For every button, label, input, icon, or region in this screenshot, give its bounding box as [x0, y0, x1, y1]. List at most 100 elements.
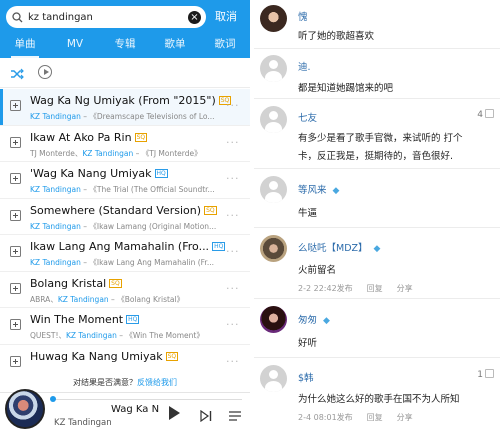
more-icon[interactable]: ··· — [226, 209, 240, 222]
song-subtitle: TJ Monterde、KZ Tandingan – 《TJ Monterde》 — [30, 148, 220, 159]
shuffle-icon[interactable] — [10, 66, 24, 80]
add-to-playlist-icon[interactable] — [10, 173, 21, 184]
play-all-icon[interactable] — [38, 65, 52, 79]
song-title: Ikaw At Ako Pa Rin — [30, 130, 132, 144]
album-art[interactable] — [5, 389, 45, 429]
now-playing-title: Wag Ka N — [111, 404, 160, 415]
search-input[interactable]: kz tandingan × — [6, 6, 206, 28]
like-count: 4 — [477, 110, 483, 120]
reply-button[interactable]: 回复 — [367, 284, 383, 293]
song-row[interactable]: Win The Moment HQ QUEST!、KZ Tandingan – 《W… — [0, 308, 250, 345]
add-to-playlist-icon[interactable] — [10, 319, 21, 330]
more-icon[interactable]: ··· — [226, 99, 240, 112]
tab-songs[interactable]: 单曲 — [0, 34, 50, 58]
like-count: 1 — [477, 370, 483, 380]
song-row[interactable]: Ikaw Lang Ang Mamahalin (Fro... HQ KZ Tand… — [0, 235, 250, 272]
more-icon[interactable]: ··· — [226, 282, 240, 295]
search-results-panel: kz tandingan × 取消 单曲 MV 专辑 歌单 歌词 Wag Ka … — [0, 0, 250, 431]
comment-username[interactable]: 匆匆 ◆ — [298, 312, 330, 326]
song-title-line: Win The Moment HQ — [30, 313, 140, 326]
add-to-playlist-icon[interactable] — [10, 282, 21, 294]
comment-item: $韩 1 为什么她这么好的歌手在国不为人所知 2-4 08:01发布 回复 分享 — [254, 359, 500, 431]
song-subtitle: KZ Tandingan – 《The Trial (The Official … — [30, 184, 220, 195]
playlist-icon[interactable] — [229, 407, 241, 421]
song-title: Win The Moment — [30, 313, 124, 326]
feedback-text: 对结果是否满意？ — [73, 378, 137, 387]
avatar[interactable] — [260, 106, 287, 133]
share-button[interactable]: 分享 — [397, 284, 413, 293]
comment-time: 2-4 08:01发布 — [298, 413, 353, 422]
action-bar — [0, 58, 250, 88]
play-icon[interactable] — [169, 406, 180, 420]
more-icon[interactable]: ··· — [226, 245, 240, 258]
avatar[interactable] — [260, 5, 287, 32]
comment-username[interactable]: $韩 — [298, 370, 314, 384]
song-subtitle: QUEST!、KZ Tandingan – 《Win The Moment》 — [30, 330, 220, 341]
mini-player[interactable]: Wag Ka N KZ Tandingan — [0, 389, 250, 431]
comment-item: 匆匆 ◆ 好听 — [254, 300, 500, 358]
comment-username[interactable]: 迪. — [298, 59, 311, 73]
feedback-bar: 对结果是否满意？反馈给我们 — [0, 374, 250, 392]
song-album: – 《Bolang Kristal》 — [108, 294, 185, 304]
thumb-up-icon — [485, 109, 494, 118]
tab-lyrics[interactable]: 歌词 — [200, 34, 250, 56]
song-title: Wag Ka Ng Umiyak (From "2015") — [30, 94, 216, 107]
song-row[interactable]: Bolang Kristal SQ ABRA、KZ Tandingan – 《Bol… — [0, 272, 250, 308]
share-button[interactable]: 分享 — [397, 413, 413, 422]
comment-text: 都是知道她踢馆来的吧 — [298, 83, 394, 94]
tab-albums[interactable]: 专辑 — [100, 34, 150, 56]
feedback-link[interactable]: 反馈给我们 — [137, 378, 177, 387]
song-title: Ikaw Lang Ang Mamahalin (Fro... — [30, 240, 210, 253]
song-title-line: Somewhere (Standard Version) SQ — [30, 204, 217, 217]
more-icon[interactable]: ··· — [226, 318, 240, 331]
tab-playlists[interactable]: 歌单 — [150, 34, 200, 56]
comment-text: 好听 — [298, 338, 318, 349]
add-to-playlist-icon[interactable] — [10, 100, 21, 111]
progress-bar[interactable] — [50, 396, 242, 402]
song-artist: KZ Tandingan — [30, 221, 81, 231]
comment-item: 愧 听了她的歌超喜欢 — [254, 0, 500, 49]
song-row[interactable]: 'Wag Ka Nang Umiyak HQ KZ Tandingan – 《The… — [0, 162, 250, 199]
quality-badge: HQ — [126, 315, 140, 324]
avatar[interactable] — [260, 235, 287, 262]
avatar[interactable] — [260, 365, 287, 392]
song-title: 'Wag Ka Nang Umiyak — [30, 167, 152, 180]
song-subtitle: ABRA、KZ Tandingan – 《Bolang Kristal》 — [30, 294, 220, 305]
comment-username-text: 么哒吒【MDZ】 — [298, 243, 368, 254]
comment-username[interactable]: 愧 — [298, 9, 308, 23]
song-row[interactable]: Somewhere (Standard Version) SQ KZ Tanding… — [0, 199, 250, 235]
song-other-artist: QUEST!、 — [30, 331, 66, 340]
cancel-button[interactable]: 取消 — [215, 8, 237, 24]
song-artist: KZ Tandingan — [30, 258, 81, 267]
song-title: Huwag Ka Nang Umiyak — [30, 349, 163, 363]
comment-username[interactable]: 么哒吒【MDZ】 ◆ — [298, 240, 380, 254]
add-to-playlist-icon[interactable] — [10, 246, 21, 257]
song-row[interactable]: Wag Ka Ng Umiyak (From "2015") SQ KZ Tandi… — [0, 89, 250, 126]
comment-time: 2-2 22:42发布 — [298, 284, 353, 293]
avatar[interactable] — [260, 176, 287, 203]
next-icon[interactable] — [200, 407, 212, 423]
song-album: – 《Dreamscape Televisions of Lo... — [80, 112, 215, 121]
reply-button[interactable]: 回复 — [367, 413, 383, 422]
avatar[interactable] — [260, 306, 287, 333]
comment-text: 为什么她这么好的歌手在国不为人所知 — [298, 394, 460, 405]
comment-username[interactable]: 七友 — [298, 110, 317, 124]
more-icon[interactable]: ··· — [226, 172, 240, 185]
song-row[interactable]: Ikaw At Ako Pa Rin SQ TJ Monterde、KZ Tandi… — [0, 126, 250, 162]
add-to-playlist-icon[interactable] — [10, 355, 21, 367]
comment-username[interactable]: 等风来 ◆ — [298, 182, 339, 196]
song-title-line: Ikaw Lang Ang Mamahalin (Fro... HQ — [30, 240, 226, 253]
avatar[interactable] — [260, 55, 287, 82]
progress-handle[interactable] — [50, 396, 56, 402]
add-to-playlist-icon[interactable] — [10, 136, 21, 148]
song-artist: KZ Tandingan — [30, 185, 81, 194]
more-icon[interactable]: ··· — [226, 136, 240, 149]
clear-icon[interactable]: × — [188, 10, 201, 24]
like-button[interactable]: 4 — [477, 109, 494, 120]
add-to-playlist-icon[interactable] — [10, 209, 21, 221]
like-button[interactable]: 1 — [477, 369, 494, 380]
vip-diamond-icon: ◆ — [323, 316, 330, 326]
more-icon[interactable]: ··· — [226, 355, 240, 368]
tab-mv[interactable]: MV — [50, 34, 100, 56]
search-query: kz tandingan — [28, 11, 93, 23]
